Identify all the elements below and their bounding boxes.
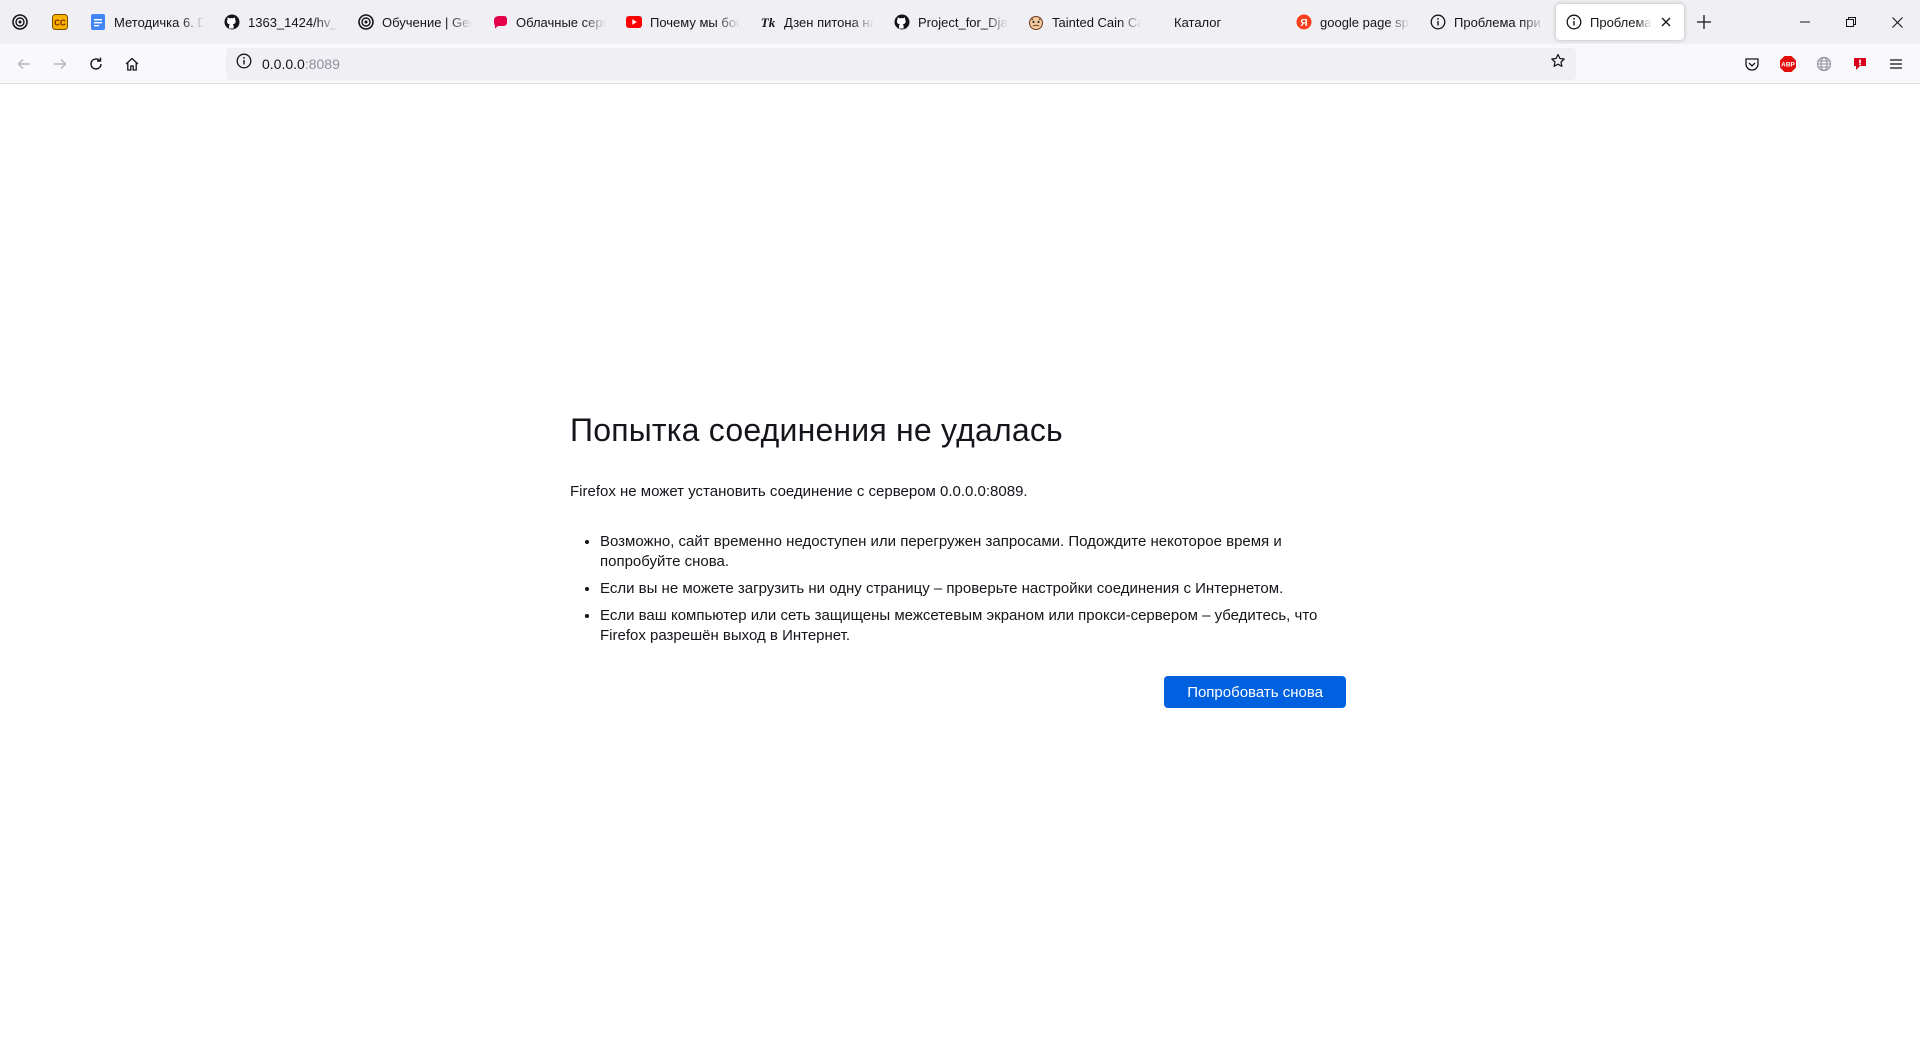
pocket-icon	[1745, 57, 1759, 71]
page-title: Попытка соединения не удалась	[570, 412, 1063, 448]
adblock-plus-button[interactable]: ABP	[1770, 48, 1806, 80]
back-button[interactable]	[6, 48, 42, 80]
url-host: 0.0.0.0	[262, 55, 305, 72]
error-suggestions-list: Возможно, сайт временно недоступен или п…	[570, 532, 1346, 646]
list-item: Возможно, сайт временно недоступен или п…	[600, 532, 1346, 572]
svg-text:Я: Я	[1300, 18, 1307, 29]
tab-label: google page spee	[1320, 14, 1410, 30]
extension-button[interactable]	[1842, 48, 1878, 80]
yandex-icon: Я	[1296, 14, 1312, 30]
pocket-button[interactable]	[1734, 48, 1770, 80]
tab-item[interactable]: Проблема при з	[1420, 4, 1554, 40]
tab-item[interactable]: Каталог	[1152, 4, 1286, 40]
home-button[interactable]	[114, 48, 150, 80]
site-info-icon[interactable]	[236, 53, 252, 74]
new-tab-button[interactable]	[1686, 4, 1722, 40]
url-port: :8089	[304, 55, 340, 72]
tab-item[interactable]: Методичка 6. Dj	[80, 4, 214, 40]
tab-label: Дзен питона на р	[784, 14, 874, 30]
home-icon	[125, 57, 139, 71]
geekbrains-icon	[358, 14, 374, 30]
info-icon	[1430, 14, 1446, 30]
tab-pinned-geekbrains[interactable]	[0, 4, 40, 40]
window-controls	[1782, 0, 1920, 44]
close-window-button[interactable]	[1874, 0, 1920, 44]
tab-label: Проблема при	[1590, 14, 1652, 30]
tab-strip: CC Методичка 6. Dj 1363_1424/hv_tes Обуч…	[0, 0, 1920, 44]
tab-label: Облачные серве	[516, 14, 606, 30]
docs-icon	[90, 14, 106, 30]
navigation-toolbar: 0.0.0.0:8089 ABP	[0, 44, 1920, 84]
list-item: Если ваш компьютер или сеть защищены меж…	[600, 606, 1346, 646]
tk-icon: Tk	[760, 14, 776, 30]
hamburger-menu-icon	[1890, 58, 1902, 69]
tab-item[interactable]: Облачные серве	[482, 4, 616, 40]
reload-button[interactable]	[78, 48, 114, 80]
tab-item[interactable]: Обучение | Geek	[348, 4, 482, 40]
cc-icon: CC	[52, 14, 68, 30]
app-menu-button[interactable]	[1878, 48, 1914, 80]
toolbar-extensions: ABP	[1734, 48, 1914, 80]
close-icon	[1891, 16, 1903, 28]
close-tab-icon[interactable]	[1658, 14, 1674, 30]
info-icon	[1566, 14, 1582, 30]
error-page: Попытка соединения не удалась Firefox не…	[570, 412, 1346, 708]
plus-icon	[1697, 15, 1711, 29]
youtube-icon	[626, 14, 642, 30]
try-again-button[interactable]: Попробовать снова	[1164, 676, 1346, 708]
tab-label: Почему мы бои	[650, 14, 740, 30]
svg-text:Tk: Tk	[761, 15, 776, 30]
alert-speech-icon	[1854, 57, 1866, 70]
cloud-icon	[492, 14, 508, 30]
minimize-button[interactable]	[1782, 0, 1828, 44]
forward-button[interactable]	[42, 48, 78, 80]
globe-icon	[1816, 56, 1832, 71]
tab-list: CC Методичка 6. Dj 1363_1424/hv_tes Обуч…	[0, 0, 1782, 44]
tab-pinned-cc[interactable]: CC	[40, 4, 80, 40]
minimize-icon	[1800, 21, 1810, 23]
restore-button[interactable]	[1828, 0, 1874, 44]
translate-button[interactable]	[1806, 48, 1842, 80]
geekbrains-icon	[12, 14, 28, 30]
tab-label: 1363_1424/hv_tes	[248, 14, 338, 30]
reload-icon	[90, 57, 102, 70]
tab-item[interactable]: 1363_1424/hv_tes	[214, 4, 348, 40]
tab-item[interactable]: Я google page spee	[1286, 4, 1420, 40]
bookmark-star-icon[interactable]	[1550, 53, 1566, 74]
tab-item[interactable]: Tainted Cain Calc	[1018, 4, 1152, 40]
error-short-description: Firefox не может установить соединение с…	[570, 483, 1028, 500]
tab-label: Tainted Cain Calc	[1052, 14, 1142, 30]
list-item: Если вы не можете загрузить ни одну стра…	[600, 579, 1346, 599]
tab-label: Проблема при з	[1454, 14, 1544, 30]
tab-item[interactable]: Tk Дзен питона на р	[750, 4, 884, 40]
tab-active[interactable]: Проблема при	[1556, 4, 1684, 40]
github-icon	[894, 14, 910, 30]
tab-label: Обучение | Geek	[382, 14, 472, 30]
cain-icon	[1028, 14, 1044, 30]
button-row: Попробовать снова	[570, 676, 1346, 708]
url-text[interactable]: 0.0.0.0:8089	[262, 56, 1550, 72]
svg-text:CC: CC	[54, 19, 66, 28]
url-bar[interactable]: 0.0.0.0:8089	[226, 47, 1576, 80]
restore-icon	[1846, 17, 1856, 27]
tab-label: Project_for_Djang	[918, 14, 1008, 30]
back-arrow-icon	[17, 58, 30, 69]
svg-text:ABP: ABP	[1781, 61, 1795, 68]
tab-label: Методичка 6. Dj	[114, 14, 204, 30]
tab-label: Каталог	[1174, 14, 1222, 30]
tab-item[interactable]: Project_for_Djang	[884, 4, 1018, 40]
adblock-plus-icon: ABP	[1780, 55, 1796, 72]
tab-item[interactable]: Почему мы бои	[616, 4, 750, 40]
github-icon	[224, 14, 240, 30]
forward-arrow-icon	[54, 58, 67, 69]
